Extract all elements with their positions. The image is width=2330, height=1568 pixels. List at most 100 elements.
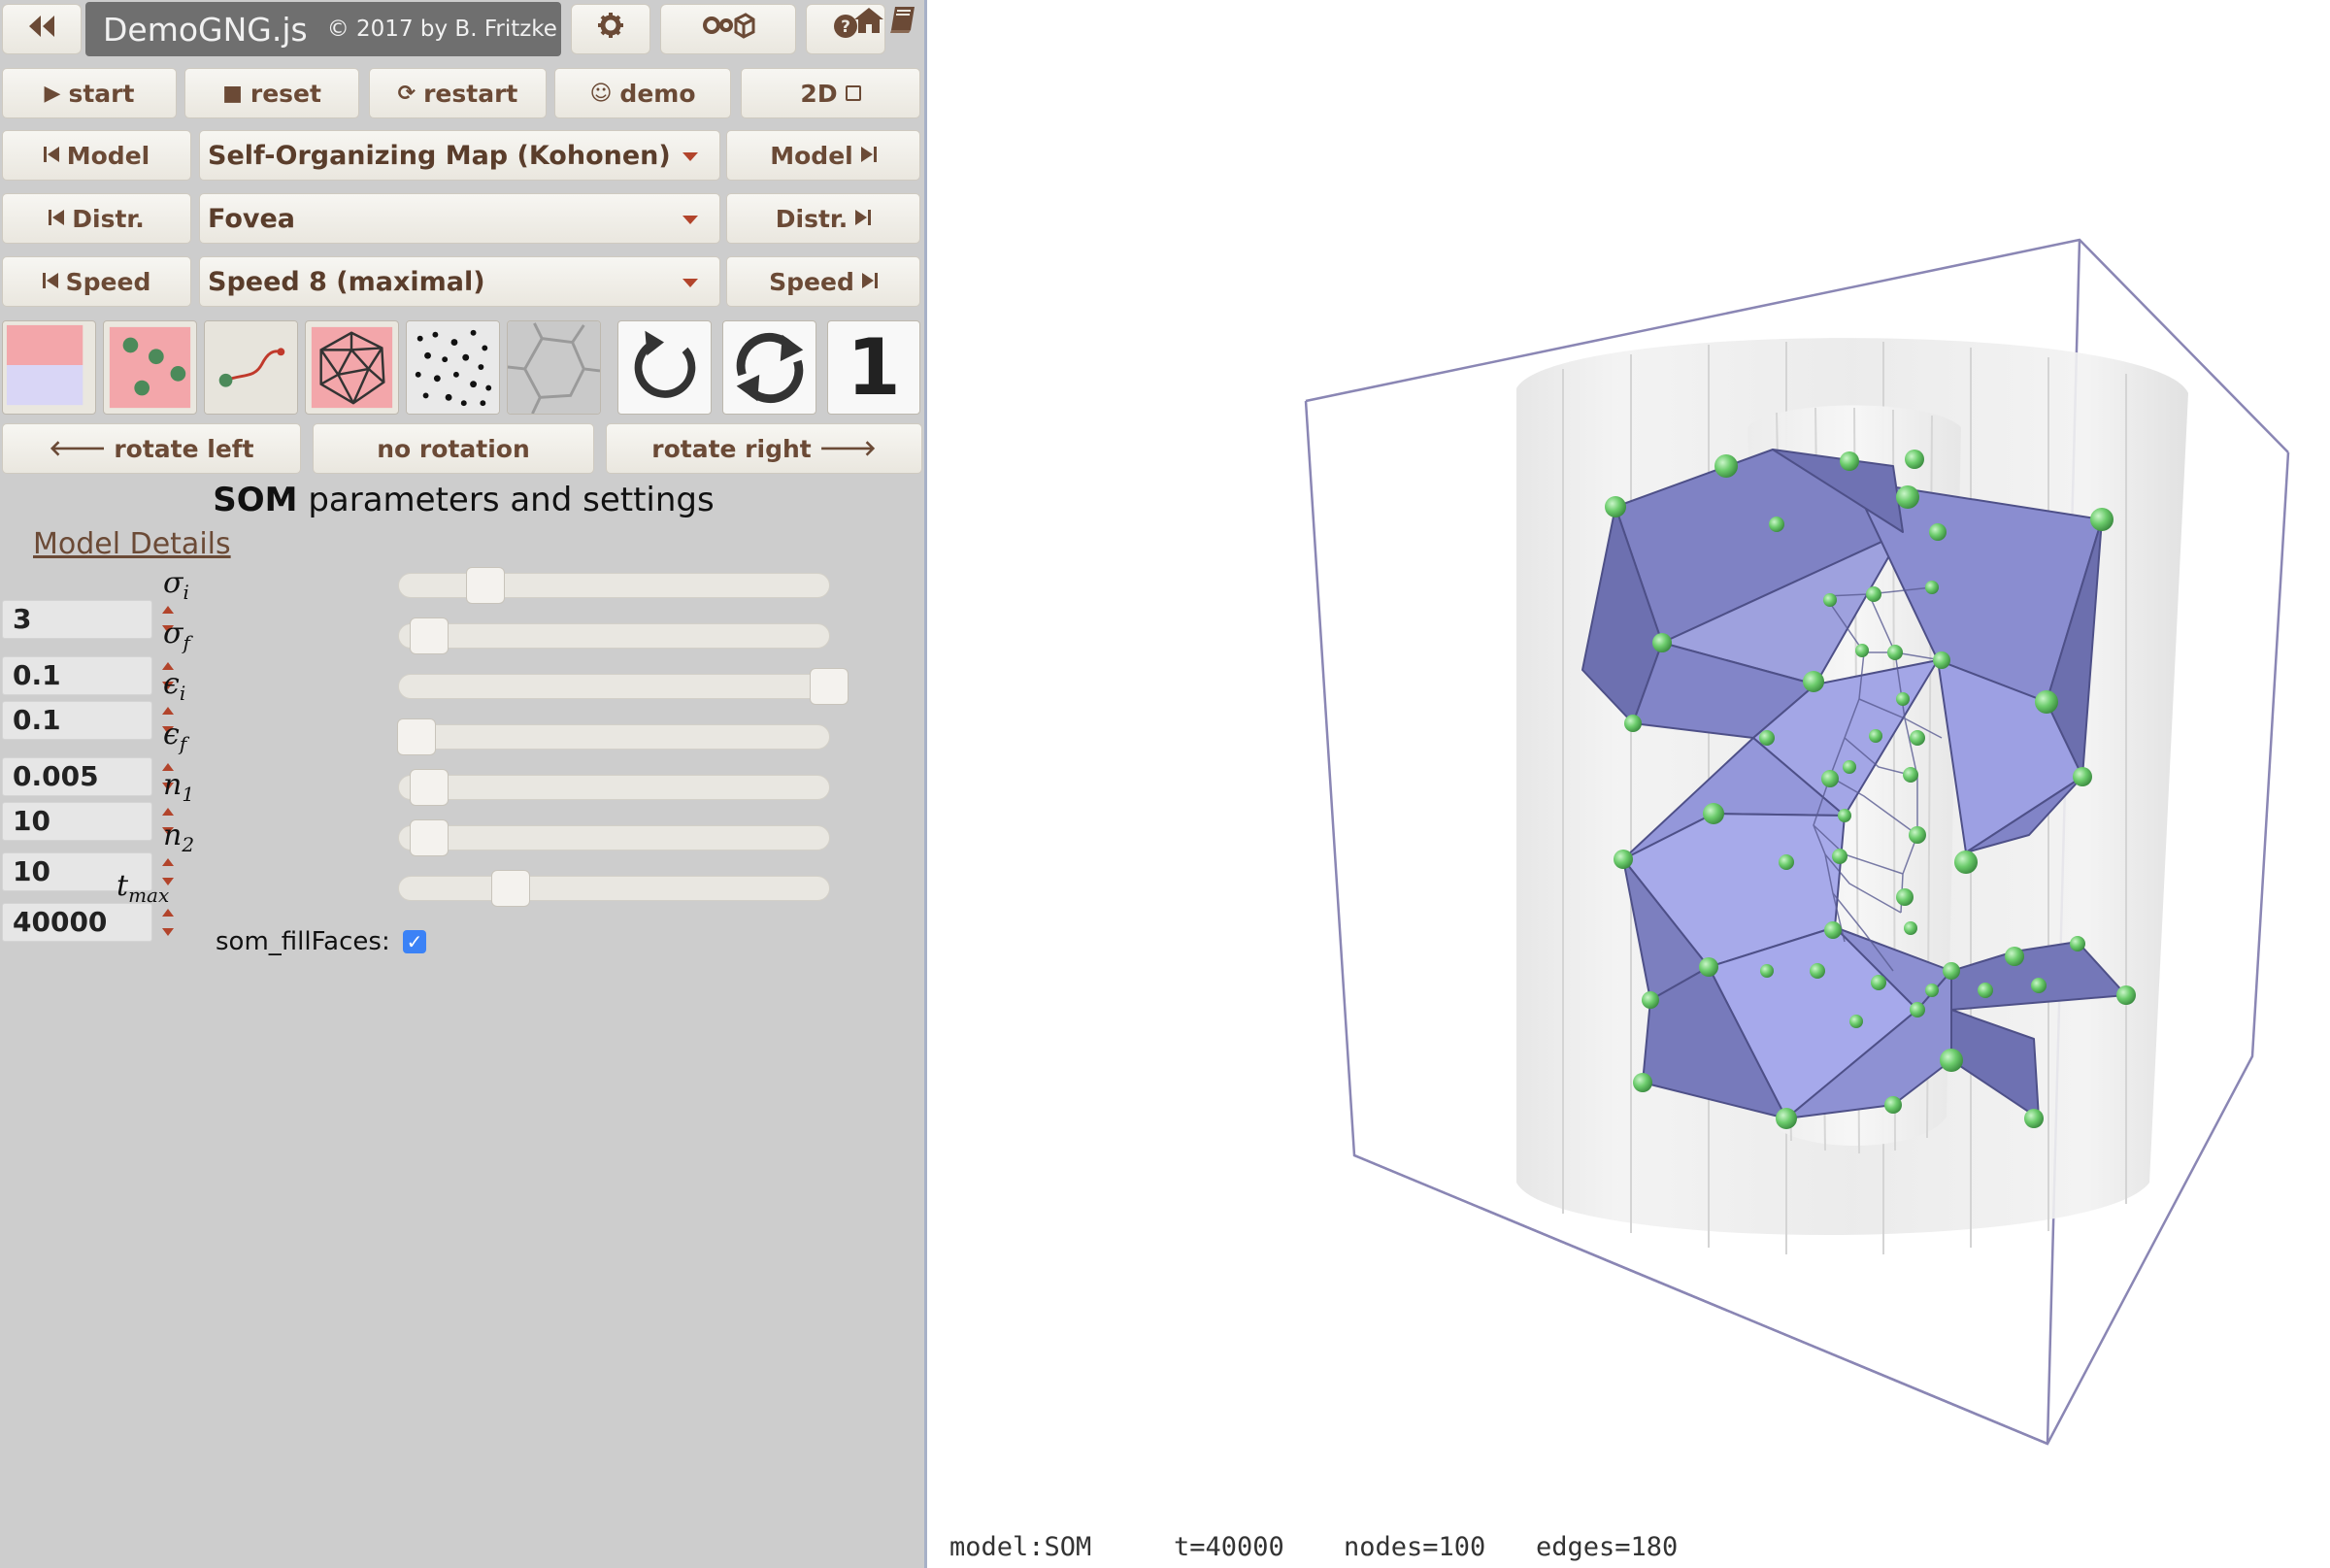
reset-button[interactable]: ■ reset [184, 68, 359, 118]
caret-up-icon[interactable] [162, 707, 174, 715]
gears-cube-icon [701, 11, 755, 48]
caret-down-icon [682, 279, 698, 287]
no-rotation-label: no rotation [377, 434, 530, 463]
skip-forward-icon [860, 142, 877, 170]
status-nodes: nodes=100 [1344, 1532, 1486, 1562]
collapse-panel-button[interactable] [2, 4, 82, 54]
icosahedron-icon [306, 321, 398, 414]
demogng-app: DemoGNG.js © 2017 by B. Fritzke ? ▶ star… [0, 0, 2330, 1568]
next-speed-button[interactable]: Speed [726, 256, 920, 307]
param-input-2[interactable]: 0.1 [2, 701, 182, 740]
slider-handle[interactable] [410, 819, 449, 856]
restart-cycle-tile[interactable] [617, 320, 712, 415]
docs-link[interactable] [887, 4, 918, 35]
param-input-0[interactable]: 3 [2, 600, 182, 639]
distribution-select[interactable]: Fovea [199, 193, 720, 244]
param-slider-3[interactable] [396, 718, 830, 755]
start-button[interactable]: ▶ start [2, 68, 177, 118]
demo-button[interactable]: ☺ demo [554, 68, 731, 118]
speed-selected: Speed 8 (maximal) [208, 266, 485, 297]
slider-handle[interactable] [396, 718, 436, 755]
arrow-right-icon: 🡒 [818, 437, 877, 461]
slider-handle[interactable] [810, 668, 849, 705]
param-input-1[interactable]: 0.1 [2, 656, 182, 695]
next-model-button[interactable]: Model [726, 130, 920, 181]
caret-up-icon[interactable] [162, 909, 174, 917]
rotate-left-label: rotate left [114, 434, 254, 463]
model-select[interactable]: Self-Organizing Map (Kohonen) [199, 130, 720, 181]
checkbox-empty-icon [845, 85, 861, 101]
param-input-4[interactable]: 10 [2, 802, 182, 841]
copyright-text: © 2017 by B. Fritzke [326, 17, 557, 42]
caret-down-icon [682, 152, 698, 161]
show-edges-tile[interactable] [204, 320, 298, 415]
settings-button[interactable] [571, 4, 650, 54]
show-probability-tile[interactable] [2, 320, 96, 415]
no-rotation-button[interactable]: no rotation [313, 423, 594, 474]
param-label-5: n2 [163, 818, 195, 856]
visualization-canvas[interactable] [930, 0, 2330, 1568]
double-chevron-left-icon [25, 13, 58, 47]
param-slider-0[interactable] [398, 567, 830, 604]
gear-icon [597, 12, 624, 47]
status-time: t=40000 [1174, 1532, 1284, 1562]
prev-speed-button[interactable]: Speed [2, 256, 191, 307]
param-value[interactable]: 0.1 [2, 701, 152, 740]
smiley-icon: ☺ [589, 81, 613, 106]
show-points-tile[interactable] [406, 320, 500, 415]
home-icon [852, 8, 885, 39]
restart-button[interactable]: ⟳ restart [369, 68, 547, 118]
rotate-right-button[interactable]: rotate right 🡒 [606, 423, 922, 474]
caret-up-icon[interactable] [162, 858, 174, 866]
param-slider-4[interactable] [398, 769, 830, 806]
repeat-icon [723, 321, 816, 414]
param-value[interactable]: 10 [2, 802, 152, 841]
param-slider-1[interactable] [398, 617, 830, 654]
param-value[interactable]: 40000 [2, 903, 152, 942]
caret-up-icon[interactable] [162, 606, 174, 614]
param-slider-2[interactable] [398, 668, 849, 705]
param-value[interactable]: 0.005 [2, 757, 152, 796]
control-panel: DemoGNG.js © 2017 by B. Fritzke ? ▶ star… [0, 0, 927, 1568]
app-title-bar: DemoGNG.js © 2017 by B. Fritzke [85, 2, 561, 56]
play-icon: ▶ [44, 81, 61, 106]
param-slider-6[interactable] [398, 870, 830, 907]
refresh-icon: ⟳ [397, 81, 416, 106]
fill-faces-checkbox[interactable]: ✓ [403, 930, 426, 953]
show-signals-tile[interactable] [103, 320, 197, 415]
param-label-1: σf [163, 617, 190, 654]
skip-back-icon [49, 205, 65, 233]
advanced-settings-button[interactable] [660, 4, 796, 54]
param-value[interactable]: 0.1 [2, 656, 152, 695]
slider-handle[interactable] [410, 617, 449, 654]
svg-text:?: ? [841, 17, 850, 37]
next-distribution-label: Distr. [775, 204, 849, 233]
loop-tile[interactable] [722, 320, 816, 415]
stepper-arrows[interactable] [154, 903, 182, 942]
next-distribution-button[interactable]: Distr. [726, 193, 920, 244]
slider-handle[interactable] [410, 769, 449, 806]
toggle-2d-button[interactable]: 2D [741, 68, 920, 118]
speed-select[interactable]: Speed 8 (maximal) [199, 256, 720, 307]
show-network-tile[interactable] [305, 320, 399, 415]
prev-model-button[interactable]: Model [2, 130, 191, 181]
param-value[interactable]: 3 [2, 600, 152, 639]
param-label-2: ϵi [163, 667, 186, 705]
slider-handle[interactable] [491, 870, 531, 907]
param-input-6[interactable]: 40000 [2, 903, 182, 942]
param-input-3[interactable]: 0.005 [2, 757, 182, 796]
voronoi-icon [508, 321, 600, 414]
param-slider-5[interactable] [398, 819, 830, 856]
show-voronoi-tile[interactable] [507, 320, 601, 415]
prev-distribution-button[interactable]: Distr. [2, 193, 191, 244]
book-icon [887, 7, 918, 39]
caret-down-icon[interactable] [162, 928, 174, 936]
param-label-3: ϵf [163, 717, 187, 755]
model-details-link[interactable]: Model Details [33, 527, 231, 561]
home-link[interactable] [852, 6, 885, 35]
slider-handle[interactable] [465, 567, 505, 604]
single-step-tile[interactable]: 1 [827, 320, 920, 415]
caret-up-icon[interactable] [162, 808, 174, 816]
start-label: start [68, 79, 135, 108]
rotate-left-button[interactable]: 🡐 rotate left [2, 423, 301, 474]
